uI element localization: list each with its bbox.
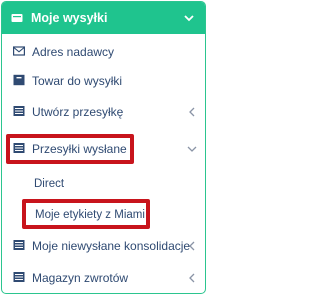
chevron-down-icon	[184, 15, 194, 22]
menu-item-label: Magazyn zwrotów	[32, 271, 129, 285]
menu-item-label: Moje niewysłane konsolidacje	[32, 239, 191, 253]
box-icon	[13, 74, 25, 86]
highlight-box	[22, 199, 150, 229]
list-icon	[13, 240, 25, 250]
shipments-menu-panel: Moje wysyłki Adres nadawcy Towar do wysy…	[1, 1, 206, 294]
highlight-box	[6, 134, 134, 164]
list-icon	[13, 272, 25, 282]
menu-item-label: Towar do wysyłki	[32, 74, 123, 88]
cart-icon	[11, 14, 23, 22]
list-icon	[13, 106, 25, 116]
menu-header-title: Moje wysyłki	[31, 11, 108, 25]
menu-item-label: Utwórz przesyłkę	[32, 105, 124, 119]
menu-item-sender-address[interactable]: Adres nadawcy	[2, 44, 205, 60]
menu-item-create-shipment[interactable]: Utwórz przesyłkę	[2, 104, 205, 120]
chevron-left-icon	[189, 241, 195, 251]
menu-item-unsent-consolidations[interactable]: Moje niewysłane konsolidacje	[2, 238, 205, 254]
chevron-down-icon	[187, 146, 197, 152]
envelope-icon	[13, 46, 25, 56]
menu-item-label: Adres nadawcy	[32, 45, 115, 59]
menu-header[interactable]: Moje wysyłki	[2, 2, 205, 34]
chevron-left-icon	[189, 273, 195, 283]
menu-item-goods[interactable]: Towar do wysyłki	[2, 73, 205, 89]
submenu-item-direct[interactable]: Direct	[34, 177, 64, 191]
menu-item-returns-warehouse[interactable]: Magazyn zwrotów	[2, 270, 205, 286]
chevron-left-icon	[189, 107, 195, 117]
